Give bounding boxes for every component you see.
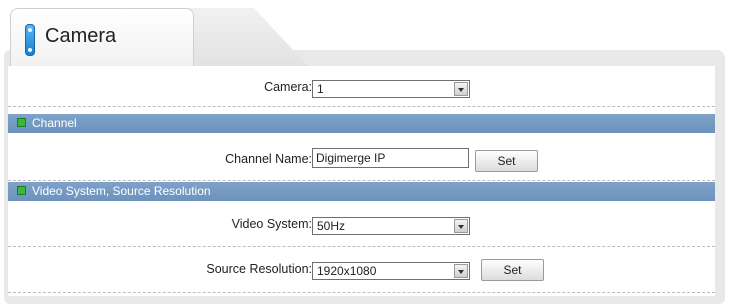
source-resolution-row: Source Resolution: 1920x1080 Set xyxy=(8,247,715,293)
video-system-label: Video System: xyxy=(231,217,312,231)
channel-name-input-value: Digimerge IP xyxy=(316,151,386,165)
source-resolution-select-value: 1920x1080 xyxy=(317,264,377,278)
video-section-header: Video System, Source Resolution xyxy=(8,182,715,201)
source-resolution-select[interactable]: 1920x1080 xyxy=(312,262,470,280)
camera-tab-icon xyxy=(25,24,35,56)
source-resolution-label: Source Resolution: xyxy=(206,262,312,276)
channel-name-set-button[interactable]: Set xyxy=(475,150,538,172)
green-square-icon xyxy=(17,118,26,127)
camera-row: Camera: 1 xyxy=(8,66,715,107)
tab-camera-label: Camera xyxy=(45,25,117,47)
chevron-down-icon[interactable] xyxy=(454,82,468,96)
channel-section-title: Channel xyxy=(32,116,77,130)
video-section-title: Video System, Source Resolution xyxy=(32,184,211,198)
green-square-icon xyxy=(17,186,26,195)
camera-select-value: 1 xyxy=(317,82,324,96)
tab-ear xyxy=(188,8,308,66)
channel-name-row: Channel Name: Digimerge IP Set xyxy=(8,133,715,181)
tab-camera[interactable]: Camera xyxy=(10,8,194,67)
camera-label: Camera: xyxy=(264,80,312,94)
channel-name-input[interactable]: Digimerge IP xyxy=(312,148,469,168)
settings-form: Camera: 1 Channel Channel Name: Digimerg… xyxy=(8,66,715,296)
chevron-down-icon[interactable] xyxy=(454,264,468,278)
channel-section-header: Channel xyxy=(8,114,715,133)
video-system-select-value: 50Hz xyxy=(317,219,346,233)
video-system-select[interactable]: 50Hz xyxy=(312,217,470,235)
camera-select[interactable]: 1 xyxy=(312,80,470,98)
channel-name-label: Channel Name: xyxy=(225,152,312,166)
video-system-row: Video System: 50Hz xyxy=(8,201,715,247)
chevron-down-icon[interactable] xyxy=(454,219,468,233)
source-resolution-set-button[interactable]: Set xyxy=(481,259,544,281)
